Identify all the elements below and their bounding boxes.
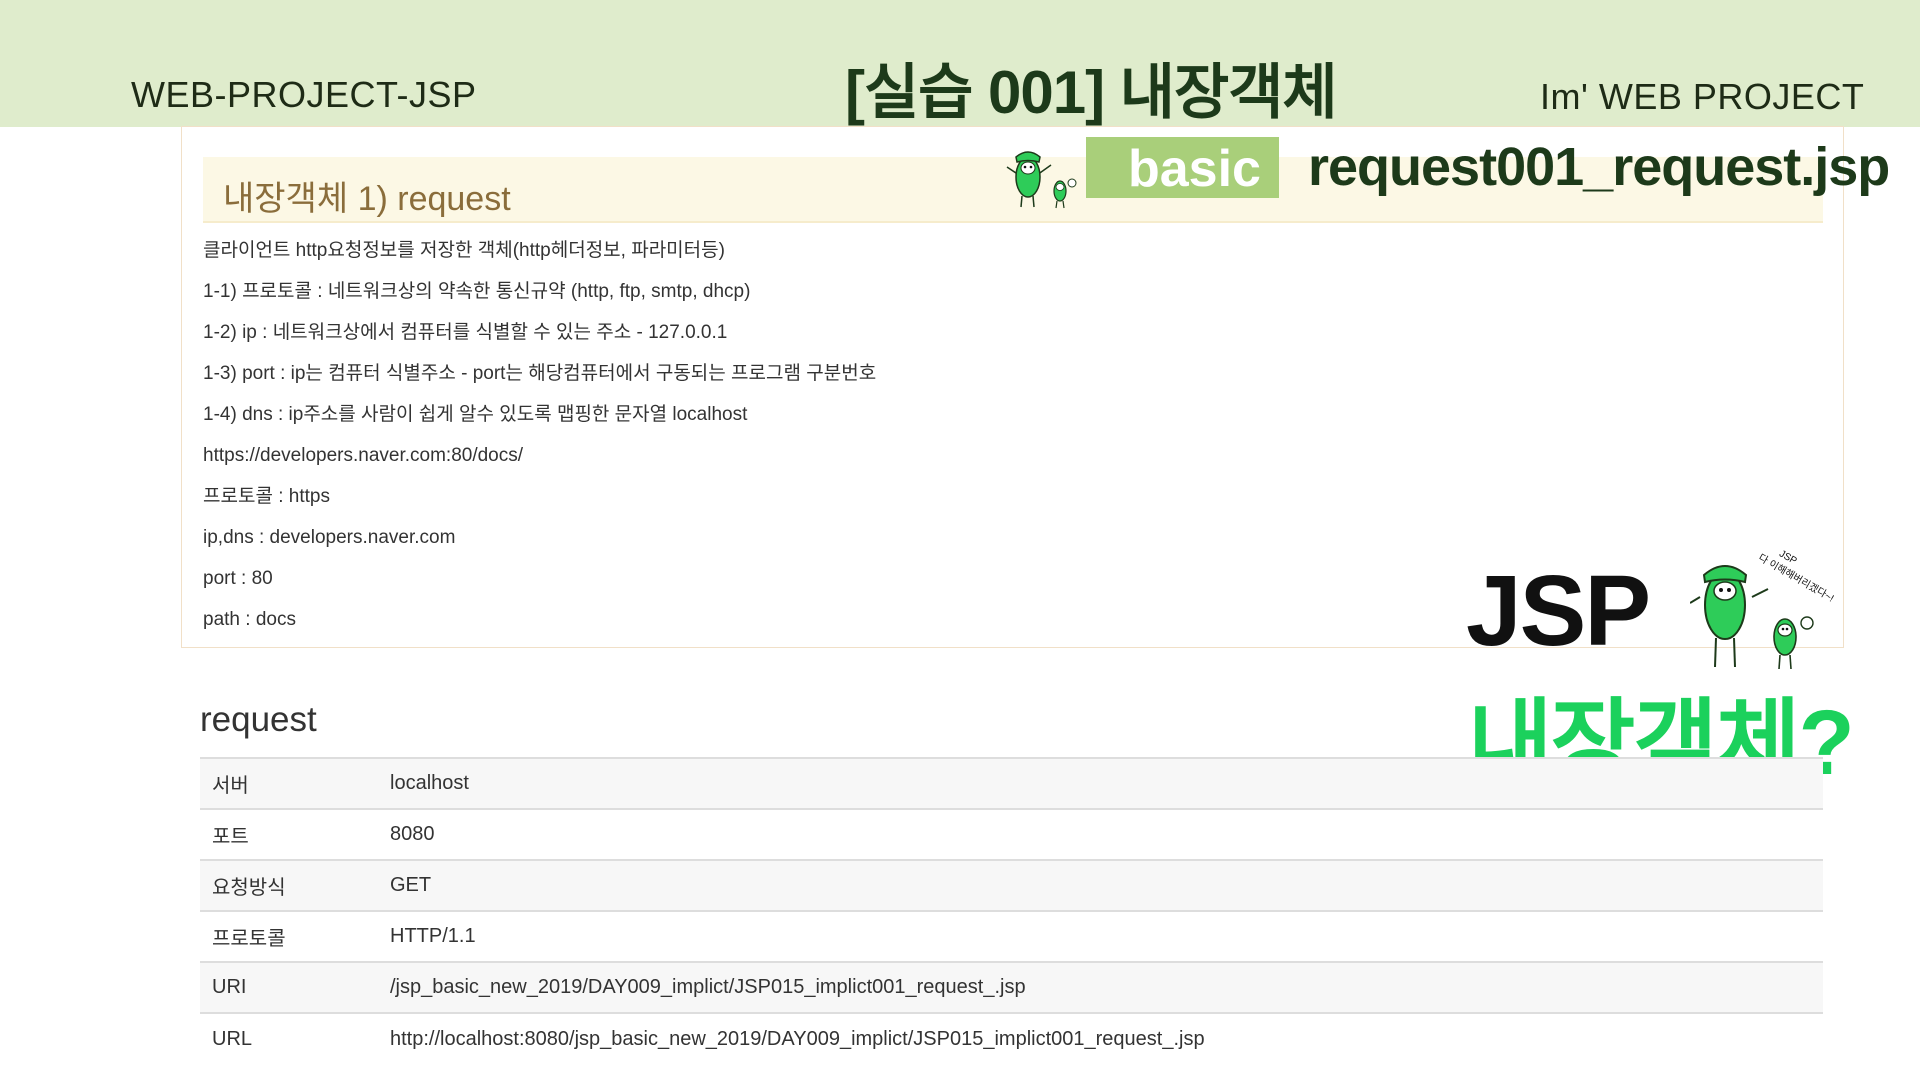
jsp-label: JSP [1466, 555, 1651, 667]
row-key: URI [200, 961, 390, 1013]
row-value: http://localhost:8080/jsp_basic_new_2019… [390, 1012, 1823, 1064]
table-row: URL http://localhost:8080/jsp_basic_new_… [200, 1012, 1823, 1064]
panel-title: 내장객체 1) request [223, 180, 511, 218]
table-row: 포트 8080 [200, 808, 1823, 860]
row-value: GET [390, 859, 1823, 911]
row-key: 요청방식 [200, 859, 390, 911]
mascot-large-illustration: JSP 다 이해해버리겠다~! [1690, 548, 1836, 670]
request-table: 서버 localhost 포트 8080 요청방식 GET 프로토콜 HTTP/… [200, 757, 1823, 1064]
basic-badge: basic [1086, 137, 1279, 198]
row-value: HTTP/1.1 [390, 910, 1823, 962]
basic-badge-label: basic [1128, 140, 1261, 198]
table-row: URI /jsp_basic_new_2019/DAY009_implict/J… [200, 961, 1823, 1013]
request-heading: request [200, 700, 317, 739]
slide-title: [실습 001] 내장객체 [845, 59, 1338, 126]
row-value: 8080 [390, 808, 1823, 860]
brand-label: Im' WEB PROJECT [1540, 76, 1865, 117]
file-name: request001_request.jsp [1308, 137, 1890, 197]
row-key: 프로토콜 [200, 910, 390, 962]
panel-line: port : 80 [203, 568, 273, 589]
panel-line: 프로토콜 : https [203, 486, 330, 507]
table-row: 프로토콜 HTTP/1.1 [200, 910, 1823, 962]
table-row: 요청방식 GET [200, 859, 1823, 911]
panel-line: 1-1) 프로토콜 : 네트워크상의 약속한 통신규약 (http, ftp, … [203, 281, 751, 302]
panel-line: 1-2) ip : 네트워크상에서 컴퓨터를 식별할 수 있는 주소 - 127… [203, 322, 728, 343]
row-value: /jsp_basic_new_2019/DAY009_implict/JSP01… [390, 961, 1823, 1013]
panel-line: path : docs [203, 609, 296, 630]
project-name: WEB-PROJECT-JSP [131, 74, 477, 115]
panel-line: ip,dns : developers.naver.com [203, 527, 456, 548]
row-value: localhost [390, 757, 1823, 809]
row-key: 포트 [200, 808, 390, 860]
panel-line: 클라이언트 http요청정보를 저장한 객체(http헤더정보, 파라미터등) [203, 240, 725, 261]
row-key: 서버 [200, 757, 390, 809]
panel-line: 1-3) port : ip는 컴퓨터 식별주소 - port는 해당컴퓨터에서… [203, 363, 877, 384]
mascot-small-illustration [1006, 151, 1077, 209]
row-key: URL [200, 1012, 390, 1064]
panel-line: https://developers.naver.com:80/docs/ [203, 445, 524, 466]
panel-line: 1-4) dns : ip주소를 사람이 쉽게 알수 있도록 맵핑한 문자열 l… [203, 404, 748, 425]
panel-body: 클라이언트 http요청정보를 저장한 객체(http헤더정보, 파라미터등) … [203, 235, 1503, 645]
table-row: 서버 localhost [200, 757, 1823, 809]
